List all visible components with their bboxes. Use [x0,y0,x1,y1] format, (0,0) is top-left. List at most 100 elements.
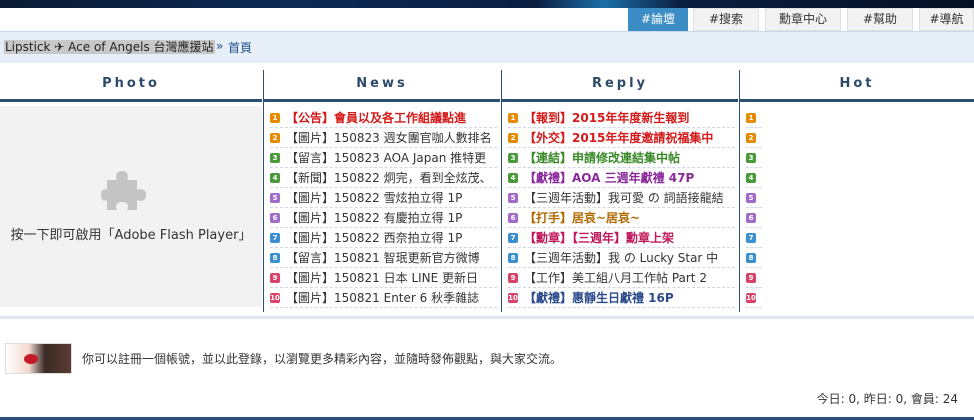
section-divider [0,316,974,319]
news-list-item[interactable]: 8 【留言】150821 智珉更新官方微博 [270,248,497,268]
news-list-item[interactable]: 1 【公告】會員以及各工作組議點進 [270,108,497,128]
rank-badge: 2 [746,133,756,143]
reply-list-item[interactable]: 10 【獻禮】惠靜生日獻禮 16P [508,288,735,308]
top-nav: #論壇 #搜索 勳章中心 #幫助 #導航 [0,8,974,31]
rank-badge: 1 [746,113,756,123]
column-header-hot: Hot [740,70,974,102]
news-item-title[interactable]: 【公告】會員以及各工作組議點進 [286,108,466,127]
news-list-item[interactable]: 3 【留言】150823 AOA Japan 推特更 [270,148,497,168]
reply-item-title[interactable]: 【外交】2015年年度邀請祝福集中 [524,128,713,147]
news-list: 1 【公告】會員以及各工作組議點進 2 【圖片】150823 週女團官咖人數排名 3 【留… [270,108,497,308]
rank-badge: 1 [270,113,280,123]
news-list-item[interactable]: 2 【圖片】150823 週女團官咖人數排名 [270,128,497,148]
rank-badge: 5 [746,193,756,203]
hot-list-item[interactable]: 3 [746,148,762,168]
column-divider [501,70,502,312]
rank-badge: 7 [746,233,756,243]
rank-badge: 10 [746,293,756,303]
reply-list-item[interactable]: 6 【打手】居哀~居哀~ [508,208,735,228]
news-list-item[interactable]: 9 【圖片】150821 日本 LINE 更新日 [270,268,497,288]
hot-list-item[interactable]: 2 [746,128,762,148]
column-header-photo: Photo [0,70,262,102]
rank-badge: 1 [508,113,518,123]
reply-item-title[interactable]: 【報到】2015年年度新生報到 [524,108,689,127]
news-item-title[interactable]: 【圖片】150821 Enter 6 秋季雜誌 [286,288,479,307]
nav-navigation[interactable]: #導航 [919,8,974,31]
hot-list-item[interactable]: 5 [746,188,762,208]
reply-item-title[interactable]: 【獻禮】惠靜生日獻禮 16P [524,288,674,307]
reply-item-title[interactable]: 【打手】居哀~居哀~ [524,208,640,227]
reply-list-item[interactable]: 1 【報到】2015年年度新生報到 [508,108,735,128]
news-item-title[interactable]: 【圖片】150821 日本 LINE 更新日 [286,268,478,287]
hot-list-item[interactable]: 1 [746,108,762,128]
column-header-news: News [264,70,500,102]
rank-badge: 2 [508,133,518,143]
hot-list-item[interactable]: 8 [746,248,762,268]
rank-badge: 10 [270,293,280,303]
reply-item-title[interactable]: 【勳章】【三週年】勳章上架 [524,228,674,247]
news-list-item[interactable]: 7 【圖片】150822 西奈拍立得 1P [270,228,497,248]
reply-list: 1 【報到】2015年年度新生報到 2 【外交】2015年年度邀請祝福集中 3 【連結】申… [508,108,735,308]
news-list-item[interactable]: 6 【圖片】150822 有慶拍立得 1P [270,208,497,228]
breadcrumb: Lipstick ✈ Ace of Angels 台灣應援站 » 首頁 [0,31,974,63]
reply-item-title[interactable]: 【連結】申請修改連結集中帖 [524,148,680,167]
nav-search[interactable]: #搜索 [693,8,759,31]
avatar [5,343,72,374]
news-item-title[interactable]: 【圖片】150822 有慶拍立得 1P [286,208,462,227]
reply-list-item[interactable]: 8 【三週年活動】我 の Lucky Star 中 [508,248,735,268]
news-list-item[interactable]: 5 【圖片】150822 雪炫拍立得 1P [270,188,497,208]
hot-list-item[interactable]: 10 [746,288,762,308]
reply-item-title[interactable]: 【三週年活動】我 の Lucky Star 中 [524,248,718,267]
reply-list-item[interactable]: 7 【勳章】【三週年】勳章上架 [508,228,735,248]
hot-list-item[interactable]: 6 [746,208,762,228]
news-item-title[interactable]: 【新聞】150822 炯完，看到全炫茂、 [286,168,492,187]
rank-badge: 8 [270,253,280,263]
column-divider [739,70,740,312]
nav-medal-center[interactable]: 勳章中心 [765,8,841,31]
column-header-reply: Reply [502,70,738,102]
news-item-title[interactable]: 【圖片】150822 雪炫拍立得 1P [286,188,462,207]
rank-badge: 3 [746,153,756,163]
reply-list-item[interactable]: 3 【連結】申請修改連結集中帖 [508,148,735,168]
top-banner [0,0,974,8]
puzzle-icon[interactable] [101,166,147,214]
rank-badge: 8 [508,253,518,263]
hot-list-item[interactable]: 4 [746,168,762,188]
rank-badge: 3 [508,153,518,163]
rank-badge: 4 [270,173,280,183]
rank-badge: 2 [270,133,280,143]
news-item-title[interactable]: 【留言】150821 智珉更新官方微博 [286,248,480,267]
reply-item-title[interactable]: 【工作】美工組八月工作帖 Part 2 [524,268,707,287]
nav-forum[interactable]: #論壇 [628,8,688,31]
hot-list-item[interactable]: 9 [746,268,762,288]
news-list-item[interactable]: 4 【新聞】150822 炯完，看到全炫茂、 [270,168,497,188]
rank-badge: 10 [508,293,518,303]
news-item-title[interactable]: 【圖片】150822 西奈拍立得 1P [286,228,462,247]
reply-list-item[interactable]: 9 【工作】美工組八月工作帖 Part 2 [508,268,735,288]
reply-list-item[interactable]: 2 【外交】2015年年度邀請祝福集中 [508,128,735,148]
breadcrumb-home[interactable]: 首頁 [228,39,252,56]
rank-badge: 4 [746,173,756,183]
reply-list-item[interactable]: 5 【三週年活動】我可愛 の 詞語接龍結 [508,188,735,208]
column-divider [263,70,264,312]
news-item-title[interactable]: 【留言】150823 AOA Japan 推特更 [286,148,486,167]
reply-item-title[interactable]: 【三週年活動】我可愛 の 詞語接龍結 [524,188,724,207]
rank-badge: 7 [270,233,280,243]
rank-badge: 6 [508,213,518,223]
breadcrumb-site[interactable]: Lipstick ✈ Ace of Angels 台灣應援站 [4,40,215,54]
rank-badge: 5 [508,193,518,203]
breadcrumb-separator: » [216,39,224,53]
reply-list-item[interactable]: 4 【獻禮】AOA 三週年獻禮 47P [508,168,735,188]
flash-plugin-prompt[interactable]: 按一下即可啟用「Adobe Flash Player」 [0,224,262,243]
news-item-title[interactable]: 【圖片】150823 週女團官咖人數排名 [286,128,492,147]
rank-badge: 5 [270,193,280,203]
nav-help[interactable]: #幫助 [847,8,913,31]
news-list-item[interactable]: 10 【圖片】150821 Enter 6 秋季雜誌 [270,288,497,308]
reply-item-title[interactable]: 【獻禮】AOA 三週年獻禮 47P [524,168,694,187]
rank-badge: 6 [746,213,756,223]
rank-badge: 9 [746,273,756,283]
hot-list: 1 2 3 4 5 6 7 8 9 10 [746,108,762,308]
hot-list-item[interactable]: 7 [746,228,762,248]
rank-badge: 3 [270,153,280,163]
rank-badge: 8 [746,253,756,263]
